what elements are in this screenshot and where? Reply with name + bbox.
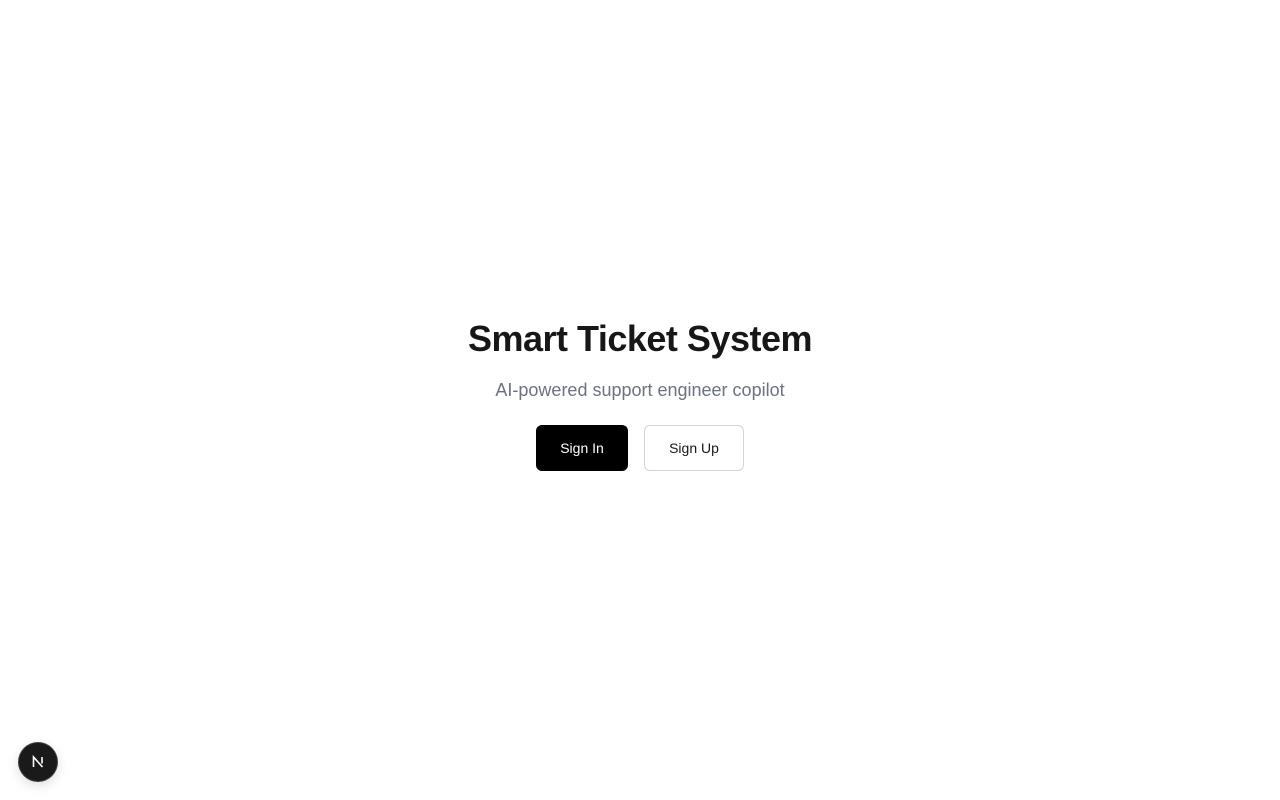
auth-actions: Sign In Sign Up (536, 425, 744, 471)
sign-up-button[interactable]: Sign Up (644, 425, 744, 471)
landing-page: Smart Ticket System AI-powered support e… (0, 0, 1280, 800)
nextjs-logo-icon (32, 754, 44, 768)
page-subtitle: AI-powered support engineer copilot (495, 380, 785, 400)
nextjs-dev-tools-button[interactable] (19, 743, 57, 781)
sign-in-button[interactable]: Sign In (536, 425, 628, 471)
hero-section: Smart Ticket System AI-powered support e… (0, 318, 1280, 471)
page-title: Smart Ticket System (467, 318, 813, 359)
